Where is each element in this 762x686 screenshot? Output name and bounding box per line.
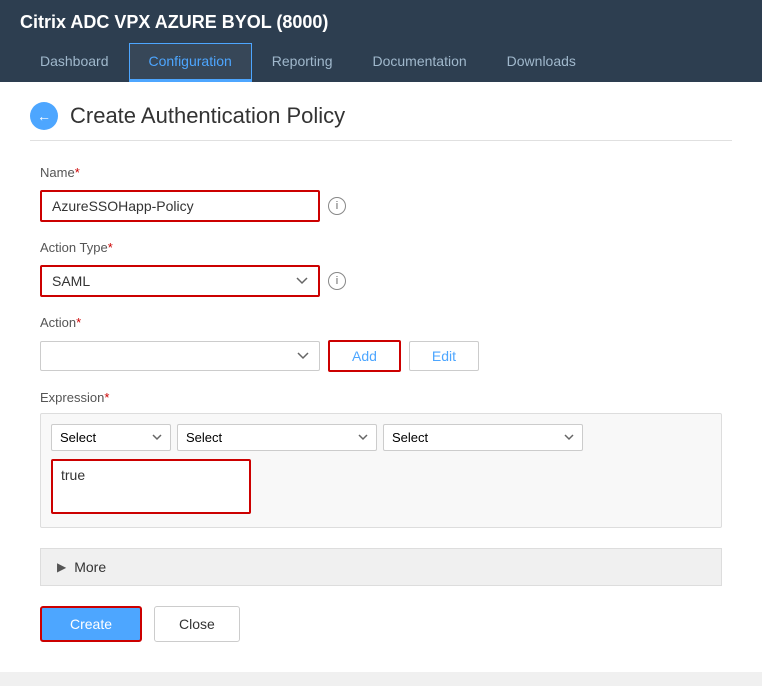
action-row: Add Edit — [40, 340, 722, 372]
expr-select-3[interactable]: Select — [383, 424, 583, 451]
expression-group: Expression* Select Select Select true — [40, 390, 722, 528]
action-label: Action* — [40, 315, 81, 330]
nav-item-configuration[interactable]: Configuration — [129, 43, 252, 82]
back-button[interactable]: ← — [30, 102, 58, 130]
more-arrow-icon: ▶ — [57, 560, 66, 574]
add-button[interactable]: Add — [328, 340, 401, 372]
action-select[interactable] — [40, 341, 320, 371]
nav-item-reporting[interactable]: Reporting — [252, 43, 353, 82]
form-section: Name* i Action Type* SAML LDAP RADIUS C — [30, 165, 732, 642]
action-type-select[interactable]: SAML LDAP RADIUS CERT — [40, 265, 320, 297]
app-title: Citrix ADC VPX AZURE BYOL (8000) — [20, 12, 742, 33]
action-type-label: Action Type* — [40, 240, 113, 255]
nav-item-documentation[interactable]: Documentation — [352, 43, 486, 82]
expression-label: Expression* — [40, 390, 722, 405]
action-label-row: Action* — [40, 315, 722, 335]
page-content: ← Create Authentication Policy Name* i A… — [0, 82, 762, 672]
more-section[interactable]: ▶ More — [40, 548, 722, 586]
name-input[interactable] — [40, 190, 320, 222]
name-label: Name* — [40, 165, 80, 180]
bottom-buttons: Create Close — [40, 606, 722, 642]
app-title-rest: ADC VPX AZURE BYOL (8000) — [66, 12, 328, 32]
more-label: More — [74, 559, 106, 575]
create-button[interactable]: Create — [40, 606, 142, 642]
page-header: ← Create Authentication Policy — [30, 102, 732, 141]
brand-name: Citrix — [20, 12, 66, 32]
action-group: Action* Add Edit — [40, 315, 722, 372]
name-group: Name* i — [40, 165, 722, 222]
page-title: Create Authentication Policy — [70, 103, 345, 129]
main-nav: Dashboard Configuration Reporting Docume… — [20, 43, 742, 82]
expression-container: Select Select Select true — [40, 413, 722, 528]
header: Citrix ADC VPX AZURE BYOL (8000) Dashboa… — [0, 0, 762, 82]
name-label-row: Name* — [40, 165, 722, 185]
action-type-info-icon[interactable]: i — [328, 272, 346, 290]
action-type-field-row: SAML LDAP RADIUS CERT i — [40, 265, 722, 297]
name-field-row: i — [40, 190, 722, 222]
nav-item-dashboard[interactable]: Dashboard — [20, 43, 129, 82]
close-button[interactable]: Close — [154, 606, 240, 642]
edit-button[interactable]: Edit — [409, 341, 479, 371]
expr-select-1[interactable]: Select — [51, 424, 171, 451]
nav-item-downloads[interactable]: Downloads — [487, 43, 596, 82]
expr-select-2[interactable]: Select — [177, 424, 377, 451]
name-info-icon[interactable]: i — [328, 197, 346, 215]
action-type-label-row: Action Type* — [40, 240, 722, 260]
action-type-group: Action Type* SAML LDAP RADIUS CERT i — [40, 240, 722, 297]
expression-selects: Select Select Select — [51, 424, 711, 451]
expression-textarea[interactable]: true — [51, 459, 251, 514]
